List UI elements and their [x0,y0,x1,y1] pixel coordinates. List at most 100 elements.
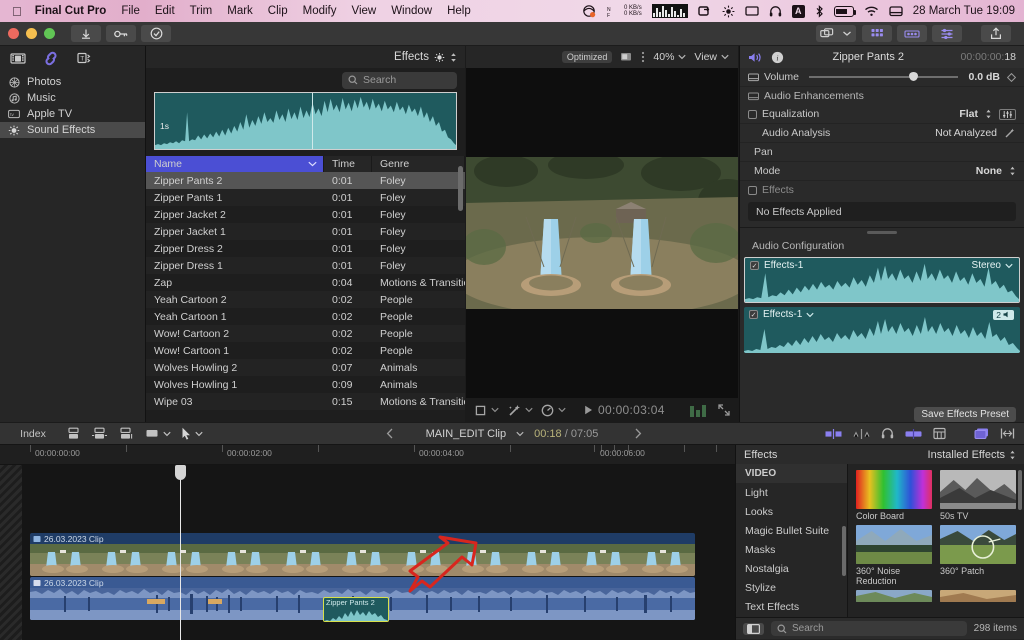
menu-item-window[interactable]: Window [391,5,432,17]
display-icon[interactable] [745,5,759,18]
table-row[interactable]: Zipper Jacket 2 0:01 Foley [146,206,465,223]
table-row[interactable]: Zipper Dress 2 0:01 Foley [146,240,465,257]
sidebar-toggle-icon[interactable] [743,622,764,635]
viewer-timecode[interactable]: 00:00:03:04 [584,403,665,417]
inspector-resize-handle[interactable] [740,228,1024,237]
chevron-updown-icon[interactable] [1009,166,1016,176]
nf-icon[interactable]: NF [607,5,614,18]
channel-count-badge[interactable]: 2 [993,309,1014,320]
audio-analysis-row[interactable]: Audio Analysis Not Analyzed [740,124,1024,143]
zoom-level-dropdown[interactable]: 40% [653,51,687,63]
menu-item-help[interactable]: Help [447,5,471,17]
channel-mode-value[interactable]: Stereo [972,260,1001,271]
chevron-updown-icon[interactable] [1009,450,1016,460]
category-light[interactable]: Light [736,483,847,502]
table-row[interactable]: Wow! Cartoon 1 0:02 People [146,342,465,359]
dragged-audio-clip[interactable]: Zipper Pants 2 [323,597,389,622]
menu-item-view[interactable]: View [351,5,376,17]
fullscreen-icon[interactable] [718,404,730,416]
category-looks[interactable]: Looks [736,502,847,521]
speaker-icon[interactable] [748,51,763,64]
category-masks[interactable]: Masks [736,540,847,559]
quality-badge[interactable]: Optimized [561,51,613,63]
viewer-options-icon[interactable] [641,51,645,63]
headphones-icon[interactable] [769,5,782,18]
timeline-playhead[interactable] [175,465,186,640]
battery-icon[interactable] [833,5,856,17]
import-media-button[interactable] [71,25,101,42]
network-graph-icon[interactable] [651,4,688,18]
channel-checkbox[interactable]: ✓ [750,261,759,270]
installed-effects-filter[interactable]: Installed Effects [928,449,1005,461]
snapping-icon[interactable] [933,427,946,440]
effect-item[interactable]: 50s TV [940,470,1016,521]
brightness-icon[interactable] [722,5,735,18]
category-magic-bullet-suite[interactable]: Magic Bullet Suite [736,521,847,540]
sidebar-item-sound-effects[interactable]: Sound Effects [0,122,146,138]
effects-grid-scrollbar[interactable] [1018,470,1022,510]
menu-item-trim[interactable]: Trim [190,5,213,17]
table-row[interactable]: Zipper Dress 1 0:01 Foley [146,257,465,274]
save-effects-preset-button[interactable]: Save Effects Preset [914,407,1016,422]
browser-scrollbar[interactable] [458,166,463,211]
titles-generators-icon[interactable]: T [76,51,93,66]
menu-item-mark[interactable]: Mark [227,5,253,17]
enhancements-icon[interactable] [507,404,521,417]
sidebar-item-music[interactable]: Music [0,90,146,106]
keyframe-icon[interactable] [1007,72,1016,82]
search-input[interactable]: Search [342,71,457,89]
sidebar-item-apple-tv[interactable]: tv Apple TV [0,106,146,122]
share-button[interactable] [981,25,1011,42]
chevron-updown-icon[interactable] [985,109,992,119]
insert-clip-icon[interactable] [91,427,108,440]
timeline-ruler[interactable]: 00:00:00:00 00:00:02:00 00:00:04:00 00:0… [0,445,735,465]
equalization-value[interactable]: Flat [959,108,978,120]
menu-item-modify[interactable]: Modify [303,5,337,17]
table-row[interactable]: Wolves Howling 1 0:09 Animals [146,376,465,393]
audio-meter-icon[interactable] [690,404,706,417]
input-source-badge[interactable]: A [791,4,805,18]
dual-display-icon[interactable] [1000,427,1015,440]
table-row[interactable]: Yeah Cartoon 2 0:02 People [146,291,465,308]
column-header-genre[interactable]: Genre [372,156,465,172]
chevron-down-icon[interactable] [558,407,566,413]
pan-mode-row[interactable]: Mode None [740,162,1024,181]
pan-mode-value[interactable]: None [976,165,1002,177]
column-header-name[interactable]: Name [146,156,324,172]
audio-skimming-icon[interactable] [853,428,870,440]
connect-clip-icon[interactable] [66,427,81,440]
apple-logo-icon[interactable]:  [12,5,22,18]
table-row[interactable]: Wipe 03 0:15 Motions & Transitio [146,393,465,410]
sidebar-item-photos[interactable]: Photos [0,74,146,90]
chevron-down-icon[interactable] [806,312,814,318]
effects-browser-button[interactable] [862,25,892,42]
select-tool-icon[interactable] [181,427,203,440]
table-row[interactable]: Wolves Howling 2 0:07 Animals [146,359,465,376]
transform-icon[interactable] [474,404,487,417]
titles-browser-button[interactable] [897,25,927,42]
effects-header[interactable]: Effects [740,181,1024,199]
activity-monitor-icon[interactable] [582,4,597,18]
window-minimize-button[interactable] [26,28,37,39]
category-text-effects[interactable]: Text Effects [736,597,847,616]
equalization-checkbox[interactable] [748,109,757,119]
menu-item-edit[interactable]: Edit [155,5,175,17]
timeline-video-clip[interactable]: 26.03.2023 Clip [30,533,695,576]
audio-channel-row[interactable]: ✓ Effects-1 2 [744,307,1020,353]
category-stylize[interactable]: Stylize [736,578,847,597]
project-name[interactable]: MAIN_EDIT Clip [426,428,506,440]
channel-checkbox[interactable]: ✓ [749,310,758,319]
effect-item[interactable]: Color Board [856,470,932,521]
append-clip-icon[interactable] [118,427,134,440]
chevron-down-icon[interactable] [516,431,524,437]
table-row[interactable]: Yeah Cartoon 1 0:02 People [146,308,465,325]
menu-item-file[interactable]: File [121,5,140,17]
effect-item[interactable] [856,590,932,602]
volume-slider[interactable] [809,71,959,83]
effects-search-input[interactable]: Search [771,621,967,636]
category-nostalgia[interactable]: Nostalgia [736,559,847,578]
analyze-button[interactable] [141,25,171,42]
table-row[interactable]: Wow! Cartoon 2 0:02 People [146,325,465,342]
equalizer-button[interactable] [999,108,1016,120]
playhead-handle[interactable] [175,465,186,480]
